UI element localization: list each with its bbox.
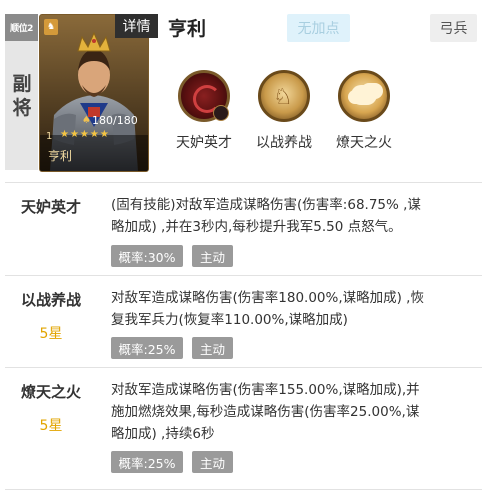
- skill-type-tag: 主动: [192, 451, 233, 473]
- skill-star: 5星: [39, 418, 63, 434]
- hero-name: 亨利: [168, 18, 207, 40]
- skill-name-top: 以战养战: [256, 135, 312, 151]
- detail-button[interactable]: 详情: [115, 14, 158, 38]
- skill-description: 对敌军造成谋略伤害(伤害率155.00%,谋略加成),并 施加燃烧效果,每秒造成…: [111, 379, 473, 445]
- skill-star: 5星: [39, 326, 63, 342]
- skill-row: 以战养战 5星 对敌军造成谋略伤害(伤害率180.00%,谋略加成) ,恢 复我…: [5, 283, 482, 363]
- probability-tag: 概率:30%: [111, 245, 183, 267]
- description-line: 对敌军造成谋略伤害(伤害率180.00%,谋略加成) ,恢: [111, 290, 424, 306]
- skill-name-top: 燎天之火: [336, 135, 392, 151]
- fire-cloud-icon[interactable]: [338, 70, 390, 122]
- skill-type-tag: 主动: [192, 245, 233, 267]
- class-badge: ♞: [44, 19, 58, 35]
- troop-type-badge: 弓兵: [430, 14, 477, 42]
- horse-icon[interactable]: ♘: [258, 70, 310, 122]
- divider: [5, 367, 482, 368]
- skill-description: 对敌军造成谋略伤害(伤害率180.00%,谋略加成) ,恢 复我军兵力(恢复率1…: [111, 287, 473, 331]
- divider: [5, 489, 482, 490]
- hp-text: 180/180: [92, 114, 138, 127]
- divider: [5, 275, 482, 276]
- skill-name: 以战养战: [20, 291, 81, 309]
- card-hero-name: 亨利: [48, 149, 73, 163]
- description-line: (固有技能)对敌军造成谋略伤害(伤害率:68.75% ,谋: [111, 197, 421, 213]
- slot-panel: 顺位2 副将: [5, 14, 38, 170]
- hero-header: 顺位2 副将 ♞ 1 ♠ 180/180 ★★★★★ 亨利 详情 亨利 无加点 …: [0, 0, 487, 178]
- description-line: 略加成) ,并在3秒内,每秒提升我军5.50 点怒气。: [111, 219, 402, 235]
- skill-description: (固有技能)对敌军造成谋略伤害(伤害率:68.75% ,谋 略加成) ,并在3秒…: [111, 194, 473, 238]
- level-text: 1: [46, 131, 53, 142]
- skill-type-tag: 主动: [192, 337, 233, 359]
- description-line: 对敌军造成谋略伤害(伤害率155.00%,谋略加成),并: [111, 382, 420, 398]
- description-line: 复我军兵力(恢复率110.00%,谋略加成): [111, 312, 348, 328]
- skill-name: 燎天之火: [20, 383, 81, 401]
- no-bonus-button[interactable]: 无加点: [287, 14, 350, 42]
- slot-tag: 顺位2: [5, 14, 38, 41]
- hp-icon: ♠: [82, 115, 91, 126]
- red-swirl-icon[interactable]: [178, 70, 230, 122]
- description-line: 略加成) ,持续6秒: [111, 426, 215, 442]
- probability-tag: 概率:25%: [111, 451, 183, 473]
- skill-row: 燎天之火 5星 对敌军造成谋略伤害(伤害率155.00%,谋略加成),并 施加燃…: [5, 375, 482, 485]
- skill-name-top: 天妒英才: [176, 135, 232, 151]
- divider: [5, 182, 482, 183]
- star-rating: ★★★★★: [60, 129, 110, 140]
- skill-row: 天妒英才 (固有技能)对敌军造成谋略伤害(伤害率:68.75% ,谋 略加成) …: [5, 190, 482, 270]
- description-line: 施加燃烧效果,每秒造成谋略伤害(伤害率25.00%,谋: [111, 404, 420, 420]
- role-label: 副将: [12, 73, 32, 119]
- probability-tag: 概率:25%: [111, 337, 183, 359]
- skill-name: 天妒英才: [20, 198, 81, 216]
